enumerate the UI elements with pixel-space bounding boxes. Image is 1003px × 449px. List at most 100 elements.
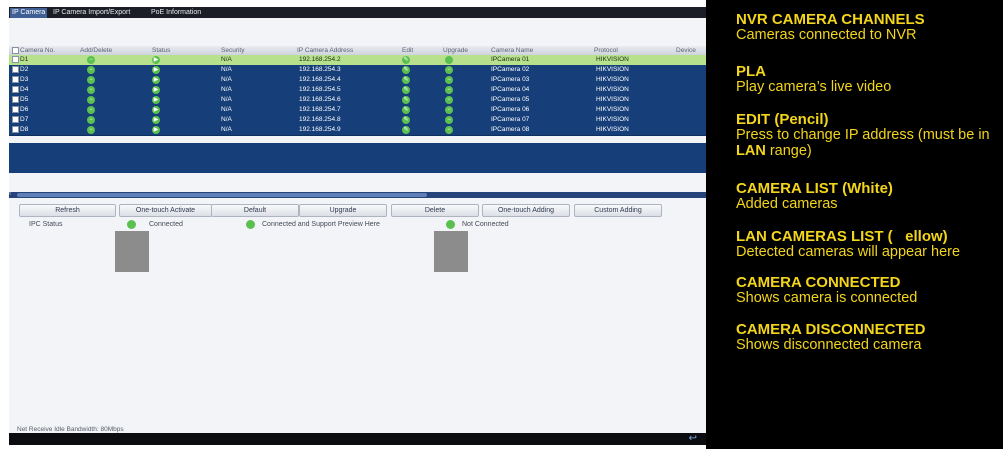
upgrade-icon[interactable]: − xyxy=(445,96,453,104)
security-value: N/A xyxy=(221,96,232,103)
header-protocol: Protocol xyxy=(594,47,618,54)
delete-icon[interactable]: − xyxy=(87,106,95,114)
edit-pencil-icon[interactable]: ✎ xyxy=(402,66,410,74)
annotation-desc-part: range) xyxy=(765,143,812,159)
delete-icon[interactable]: − xyxy=(87,86,95,94)
play-icon[interactable]: ▶ xyxy=(152,66,160,74)
play-icon[interactable]: ▶ xyxy=(152,126,160,134)
camera-list-empty-area xyxy=(9,143,706,173)
delete-icon[interactable]: − xyxy=(87,116,95,124)
edit-pencil-icon[interactable]: ✎ xyxy=(402,86,410,94)
back-arrow-icon[interactable]: ↩ xyxy=(689,433,697,445)
delete-icon[interactable]: − xyxy=(87,56,95,64)
ipc-status-label: IPC Status xyxy=(29,221,63,228)
row-checkbox[interactable] xyxy=(12,55,19,63)
camera-no-label: D1 xyxy=(20,56,29,63)
blank-image-placeholder xyxy=(115,231,149,272)
header-security: Security xyxy=(221,47,245,54)
protocol: HIKVISION xyxy=(596,66,629,73)
one-touch-adding-button[interactable]: One-touch Adding xyxy=(482,204,570,217)
header-camera-no-label: Camera No. xyxy=(20,47,56,54)
scrollbar-thumb[interactable] xyxy=(17,193,427,197)
camera-name: IPCamera 03 xyxy=(491,76,530,83)
one-touch-activate-button[interactable]: One-touch Activate xyxy=(119,204,212,217)
delete-icon[interactable]: − xyxy=(87,96,95,104)
upgrade-button[interactable]: Upgrade xyxy=(299,204,387,217)
camera-no-label: D2 xyxy=(20,66,29,73)
upgrade-icon[interactable]: − xyxy=(445,116,453,124)
header-camera-no[interactable]: Camera No. xyxy=(12,46,55,55)
upgrade-icon[interactable]: − xyxy=(445,106,453,114)
camera-name: IPCamera 05 xyxy=(491,96,530,103)
not-connected-icon xyxy=(446,220,455,229)
scroll-left-icon[interactable]: ‹ xyxy=(9,190,11,197)
annotation-lan-cameras: LAN CAMERAS LIST ( ellow) Detected camer… xyxy=(736,229,1001,260)
camera-no: D4 xyxy=(12,85,28,95)
ip-address: 192.168.254.5 xyxy=(299,86,341,93)
protocol: HIKVISION xyxy=(596,126,629,133)
play-icon[interactable]: ▶ xyxy=(152,86,160,94)
camera-no-label: D8 xyxy=(20,126,29,133)
upgrade-icon[interactable]: − xyxy=(445,86,453,94)
row-checkbox[interactable] xyxy=(12,65,19,73)
play-icon[interactable]: ▶ xyxy=(152,116,160,124)
row-checkbox[interactable] xyxy=(12,125,19,133)
edit-pencil-icon[interactable]: ✎ xyxy=(402,56,410,64)
annotation-title: NVR CAMERA CHANNELS xyxy=(736,11,925,28)
ip-address: 192.168.254.4 xyxy=(299,76,341,83)
delete-icon[interactable]: − xyxy=(87,66,95,74)
edit-pencil-icon[interactable]: ✎ xyxy=(402,76,410,84)
tab-poe-information[interactable]: PoE Information xyxy=(149,8,203,18)
camera-no-label: D3 xyxy=(20,76,29,83)
annotation-desc: Detected cameras will appear here xyxy=(736,244,961,260)
ip-address: 192.168.254.2 xyxy=(299,56,341,63)
security-value: N/A xyxy=(221,116,232,123)
edit-pencil-icon[interactable]: ✎ xyxy=(402,126,410,134)
play-icon[interactable]: ▶ xyxy=(152,96,160,104)
edit-pencil-icon[interactable]: ✎ xyxy=(402,106,410,114)
refresh-button[interactable]: Refresh xyxy=(19,204,116,217)
delete-button[interactable]: Delete xyxy=(391,204,479,217)
annotation-play: PLA Play camera’s live video xyxy=(736,64,1001,95)
not-connected-label: Not Connected xyxy=(462,221,509,228)
tab-ip-camera-import-export[interactable]: IP Camera Import/Export xyxy=(51,8,132,18)
security-value: N/A xyxy=(221,56,232,63)
play-icon[interactable]: ▶ xyxy=(152,76,160,84)
delete-icon[interactable]: − xyxy=(87,76,95,84)
row-checkbox[interactable] xyxy=(12,105,19,113)
default-button[interactable]: Default xyxy=(211,204,299,217)
custom-adding-button[interactable]: Custom Adding xyxy=(574,204,662,217)
play-icon[interactable]: ▶ xyxy=(152,106,160,114)
annotation-desc: Play camera’s live video xyxy=(736,79,892,95)
select-all-checkbox[interactable] xyxy=(12,46,19,54)
header-camera-name: Camera Name xyxy=(491,47,534,54)
connected-status-icon xyxy=(127,220,136,229)
upgrade-icon[interactable]: − xyxy=(445,76,453,84)
row-checkbox[interactable] xyxy=(12,95,19,103)
horizontal-scrollbar[interactable]: ‹ xyxy=(9,190,706,198)
edit-pencil-icon[interactable]: ✎ xyxy=(402,96,410,104)
edit-pencil-icon[interactable]: ✎ xyxy=(402,116,410,124)
annotation-title: EDIT (Pencil) xyxy=(736,111,829,128)
protocol: HIKVISION xyxy=(596,86,629,93)
protocol: HIKVISION xyxy=(596,106,629,113)
annotation-desc: Shows camera is connected xyxy=(736,290,918,306)
upgrade-icon[interactable]: − xyxy=(445,126,453,134)
ip-address: 192.168.254.9 xyxy=(299,126,341,133)
table-row[interactable]: D8 − ▶ N/A 192.168.254.9 ✎ − IPCamera 08… xyxy=(9,125,706,136)
row-checkbox[interactable] xyxy=(12,85,19,93)
annotation-title: CAMERA LIST (White) xyxy=(736,180,893,197)
annotation-desc: Shows disconnected camera xyxy=(736,337,922,353)
play-icon[interactable]: ▶ xyxy=(152,56,160,64)
camera-no: D3 xyxy=(12,75,28,85)
delete-icon[interactable]: − xyxy=(87,126,95,134)
row-checkbox[interactable] xyxy=(12,75,19,83)
upgrade-icon[interactable] xyxy=(445,56,453,64)
bottom-bar: ↩ xyxy=(9,433,706,445)
annotation-title: LAN CAMERAS LIST ( ellow) xyxy=(736,228,948,245)
row-checkbox[interactable] xyxy=(12,115,19,123)
camera-no-label: D6 xyxy=(20,106,29,113)
upgrade-icon[interactable]: − xyxy=(445,66,453,74)
annotation-edit: EDIT (Pencil) Press to change IP address… xyxy=(736,112,1001,159)
tab-ip-camera[interactable]: IP Camera xyxy=(10,8,48,18)
